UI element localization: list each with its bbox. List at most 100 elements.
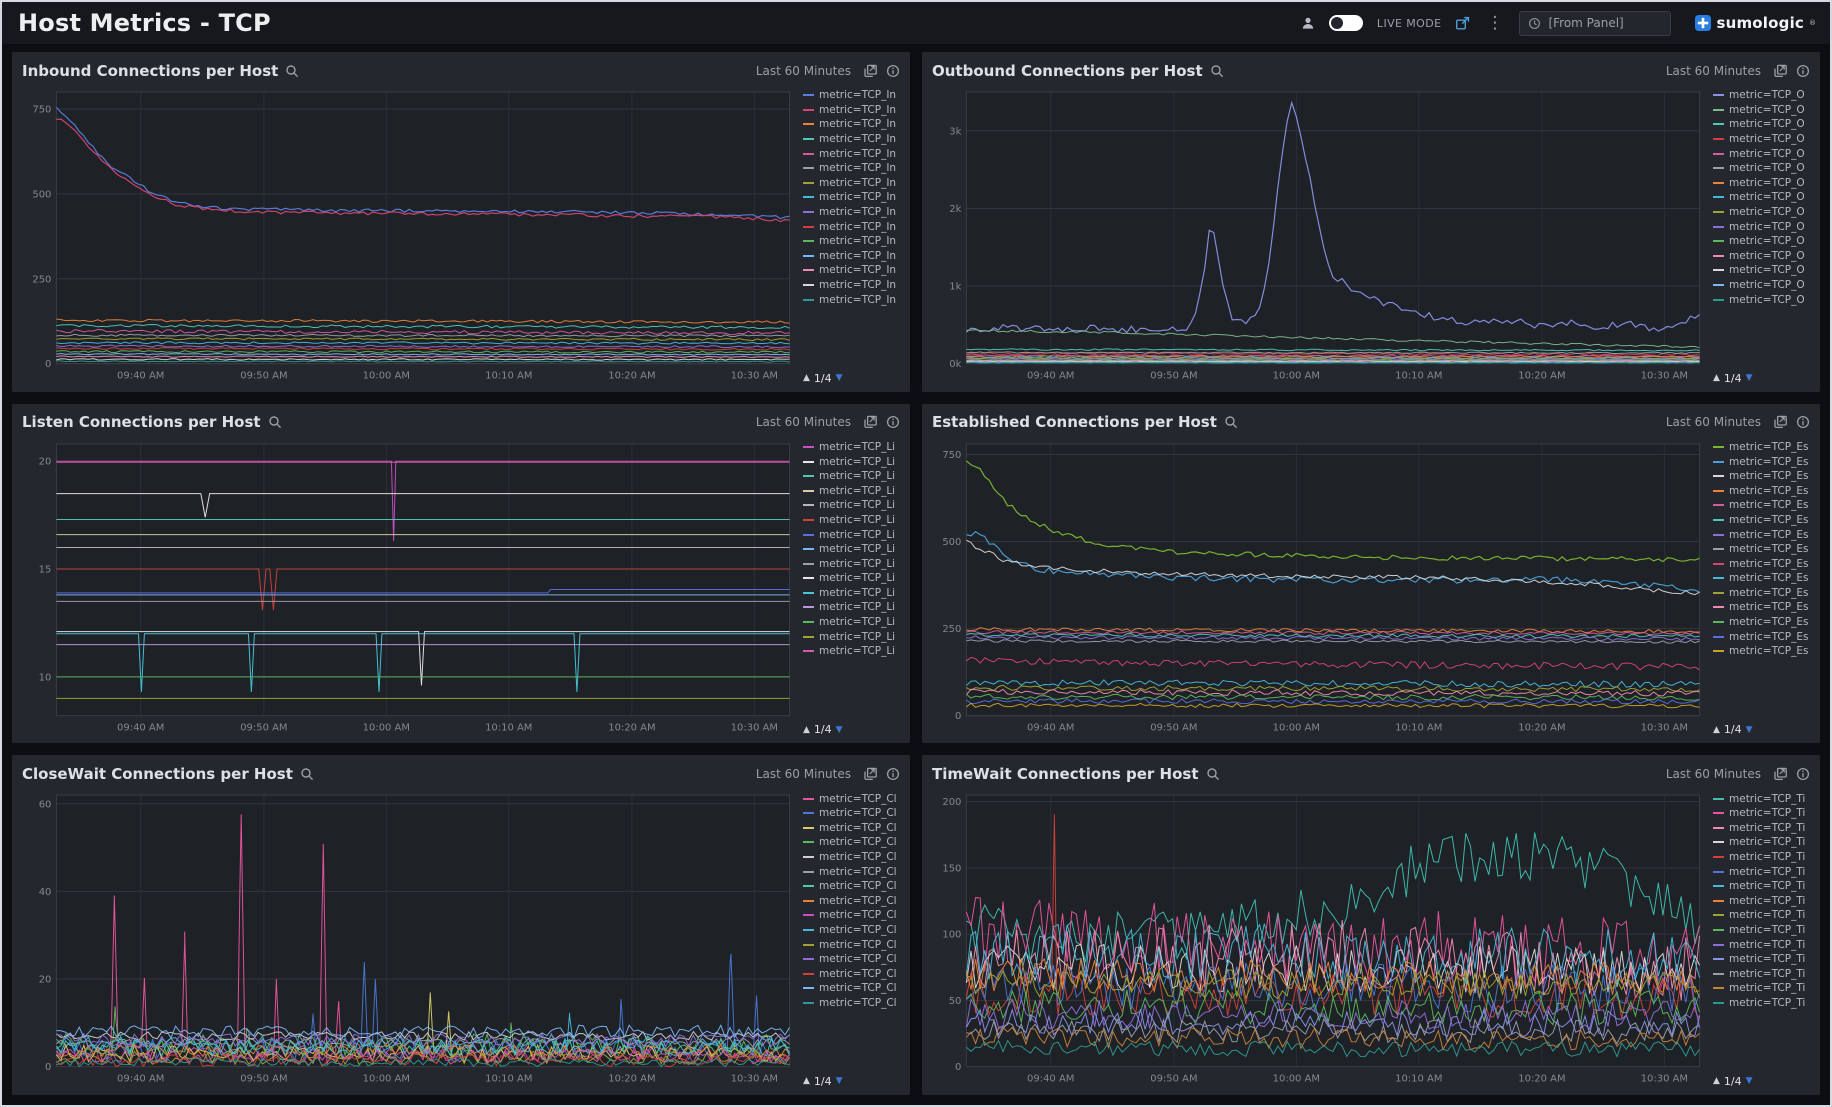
legend-item[interactable]: metric=TCP_In — [803, 88, 900, 103]
legend[interactable]: metric=TCP_Limetric=TCP_Limetric=TCP_Lim… — [803, 440, 900, 659]
info-icon[interactable] — [1796, 64, 1810, 78]
page-up-icon[interactable]: ▲ — [1713, 1076, 1720, 1086]
line-chart[interactable]: 025050075009:40 AM09:50 AM10:00 AM10:10 … — [932, 436, 1706, 738]
legend-item[interactable]: metric=TCP_Li — [803, 542, 900, 557]
info-icon[interactable] — [1796, 767, 1810, 781]
legend-item[interactable]: metric=TCP_O — [1713, 132, 1810, 147]
legend-item[interactable]: metric=TCP_Li — [803, 629, 900, 644]
legend-item[interactable]: metric=TCP_In — [803, 205, 900, 220]
info-icon[interactable] — [886, 767, 900, 781]
legend-item[interactable]: metric=TCP_Es — [1713, 615, 1810, 630]
legend-item[interactable]: metric=TCP_In — [803, 190, 900, 205]
legend[interactable]: metric=TCP_Inmetric=TCP_Inmetric=TCP_Inm… — [803, 88, 900, 307]
legend-item[interactable]: metric=TCP_Cl — [803, 893, 900, 908]
legend-item[interactable]: metric=TCP_Ti — [1713, 864, 1810, 879]
legend-item[interactable]: metric=TCP_In — [803, 103, 900, 118]
legend-item[interactable]: metric=TCP_Es — [1713, 586, 1810, 601]
legend-item[interactable]: metric=TCP_O — [1713, 190, 1810, 205]
legend[interactable]: metric=TCP_Timetric=TCP_Timetric=TCP_Tim… — [1713, 791, 1810, 1010]
page-up-icon[interactable]: ▲ — [803, 373, 810, 383]
legend-item[interactable]: metric=TCP_Ti — [1713, 966, 1810, 981]
legend-item[interactable]: metric=TCP_O — [1713, 263, 1810, 278]
legend-item[interactable]: metric=TCP_O — [1713, 146, 1810, 161]
legend-item[interactable]: metric=TCP_Es — [1713, 542, 1810, 557]
legend-item[interactable]: metric=TCP_Cl — [803, 952, 900, 967]
share-icon[interactable] — [1455, 16, 1470, 31]
user-icon[interactable] — [1301, 16, 1315, 30]
page-down-icon[interactable]: ▼ — [1746, 1076, 1753, 1086]
chart-area[interactable]: 05010015020009:40 AM09:50 AM10:00 AM10:1… — [932, 787, 1706, 1089]
page-up-icon[interactable]: ▲ — [1713, 725, 1720, 735]
legend-item[interactable]: metric=TCP_In — [803, 219, 900, 234]
legend-item[interactable]: metric=TCP_Ti — [1713, 937, 1810, 952]
legend-item[interactable]: metric=TCP_Li — [803, 440, 900, 455]
legend-item[interactable]: metric=TCP_Es — [1713, 469, 1810, 484]
legend-item[interactable]: metric=TCP_Li — [803, 571, 900, 586]
page-down-icon[interactable]: ▼ — [836, 373, 843, 383]
legend-item[interactable]: metric=TCP_In — [803, 132, 900, 147]
line-chart[interactable]: 10152009:40 AM09:50 AM10:00 AM10:10 AM10… — [22, 436, 796, 738]
legend-item[interactable]: metric=TCP_In — [803, 263, 900, 278]
legend-item[interactable]: metric=TCP_Es — [1713, 556, 1810, 571]
legend-item[interactable]: metric=TCP_Ti — [1713, 981, 1810, 996]
line-chart[interactable]: 025050075009:40 AM09:50 AM10:00 AM10:10 … — [22, 84, 796, 386]
legend-item[interactable]: metric=TCP_In — [803, 292, 900, 307]
legend-item[interactable]: metric=TCP_In — [803, 249, 900, 264]
legend-item[interactable]: metric=TCP_Es — [1713, 483, 1810, 498]
open-panel-icon[interactable] — [863, 415, 878, 429]
legend-item[interactable]: metric=TCP_Es — [1713, 527, 1810, 542]
legend-item[interactable]: metric=TCP_O — [1713, 234, 1810, 249]
legend-item[interactable]: metric=TCP_Ti — [1713, 908, 1810, 923]
page-up-icon[interactable]: ▲ — [803, 725, 810, 735]
legend-item[interactable]: metric=TCP_Cl — [803, 981, 900, 996]
zoom-icon[interactable] — [1224, 415, 1238, 429]
legend-item[interactable]: metric=TCP_O — [1713, 205, 1810, 220]
legend-item[interactable]: metric=TCP_Es — [1713, 440, 1810, 455]
legend-item[interactable]: metric=TCP_Cl — [803, 996, 900, 1011]
legend-item[interactable]: metric=TCP_Li — [803, 600, 900, 615]
chart-area[interactable]: 10152009:40 AM09:50 AM10:00 AM10:10 AM10… — [22, 436, 796, 738]
line-chart[interactable]: 020406009:40 AM09:50 AM10:00 AM10:10 AM1… — [22, 787, 796, 1089]
open-panel-icon[interactable] — [1773, 767, 1788, 781]
line-chart[interactable]: 0k1k2k3k09:40 AM09:50 AM10:00 AM10:10 AM… — [932, 84, 1706, 386]
legend-item[interactable]: metric=TCP_In — [803, 234, 900, 249]
page-down-icon[interactable]: ▼ — [1746, 373, 1753, 383]
open-panel-icon[interactable] — [1773, 64, 1788, 78]
time-range-input[interactable]: [From Panel] — [1519, 11, 1671, 36]
zoom-icon[interactable] — [268, 415, 282, 429]
legend-item[interactable]: metric=TCP_In — [803, 161, 900, 176]
legend-item[interactable]: metric=TCP_O — [1713, 278, 1810, 293]
info-icon[interactable] — [886, 64, 900, 78]
legend-item[interactable]: metric=TCP_Cl — [803, 806, 900, 821]
legend-item[interactable]: metric=TCP_Es — [1713, 629, 1810, 644]
legend-item[interactable]: metric=TCP_Es — [1713, 600, 1810, 615]
legend-item[interactable]: metric=TCP_Cl — [803, 835, 900, 850]
legend-item[interactable]: metric=TCP_Es — [1713, 513, 1810, 528]
info-icon[interactable] — [886, 415, 900, 429]
page-up-icon[interactable]: ▲ — [1713, 373, 1720, 383]
legend-item[interactable]: metric=TCP_Ti — [1713, 850, 1810, 865]
page-up-icon[interactable]: ▲ — [803, 1076, 810, 1086]
chart-area[interactable]: 025050075009:40 AM09:50 AM10:00 AM10:10 … — [22, 84, 796, 386]
zoom-icon[interactable] — [1206, 767, 1220, 781]
legend-item[interactable]: metric=TCP_O — [1713, 219, 1810, 234]
legend-item[interactable]: metric=TCP_Cl — [803, 908, 900, 923]
legend-item[interactable]: metric=TCP_Li — [803, 527, 900, 542]
legend-item[interactable]: metric=TCP_Li — [803, 556, 900, 571]
legend-item[interactable]: metric=TCP_Ti — [1713, 923, 1810, 938]
legend-item[interactable]: metric=TCP_Cl — [803, 966, 900, 981]
legend-item[interactable]: metric=TCP_In — [803, 176, 900, 191]
legend-item[interactable]: metric=TCP_Cl — [803, 864, 900, 879]
legend-item[interactable]: metric=TCP_Ti — [1713, 996, 1810, 1011]
legend-item[interactable]: metric=TCP_Ti — [1713, 791, 1810, 806]
chart-area[interactable]: 020406009:40 AM09:50 AM10:00 AM10:10 AM1… — [22, 787, 796, 1089]
legend-item[interactable]: metric=TCP_Cl — [803, 879, 900, 894]
legend-item[interactable]: metric=TCP_Cl — [803, 923, 900, 938]
zoom-icon[interactable] — [300, 767, 314, 781]
open-panel-icon[interactable] — [863, 64, 878, 78]
live-mode-toggle[interactable] — [1329, 15, 1363, 31]
legend-item[interactable]: metric=TCP_Cl — [803, 791, 900, 806]
open-panel-icon[interactable] — [1773, 415, 1788, 429]
zoom-icon[interactable] — [285, 64, 299, 78]
legend-item[interactable]: metric=TCP_In — [803, 146, 900, 161]
